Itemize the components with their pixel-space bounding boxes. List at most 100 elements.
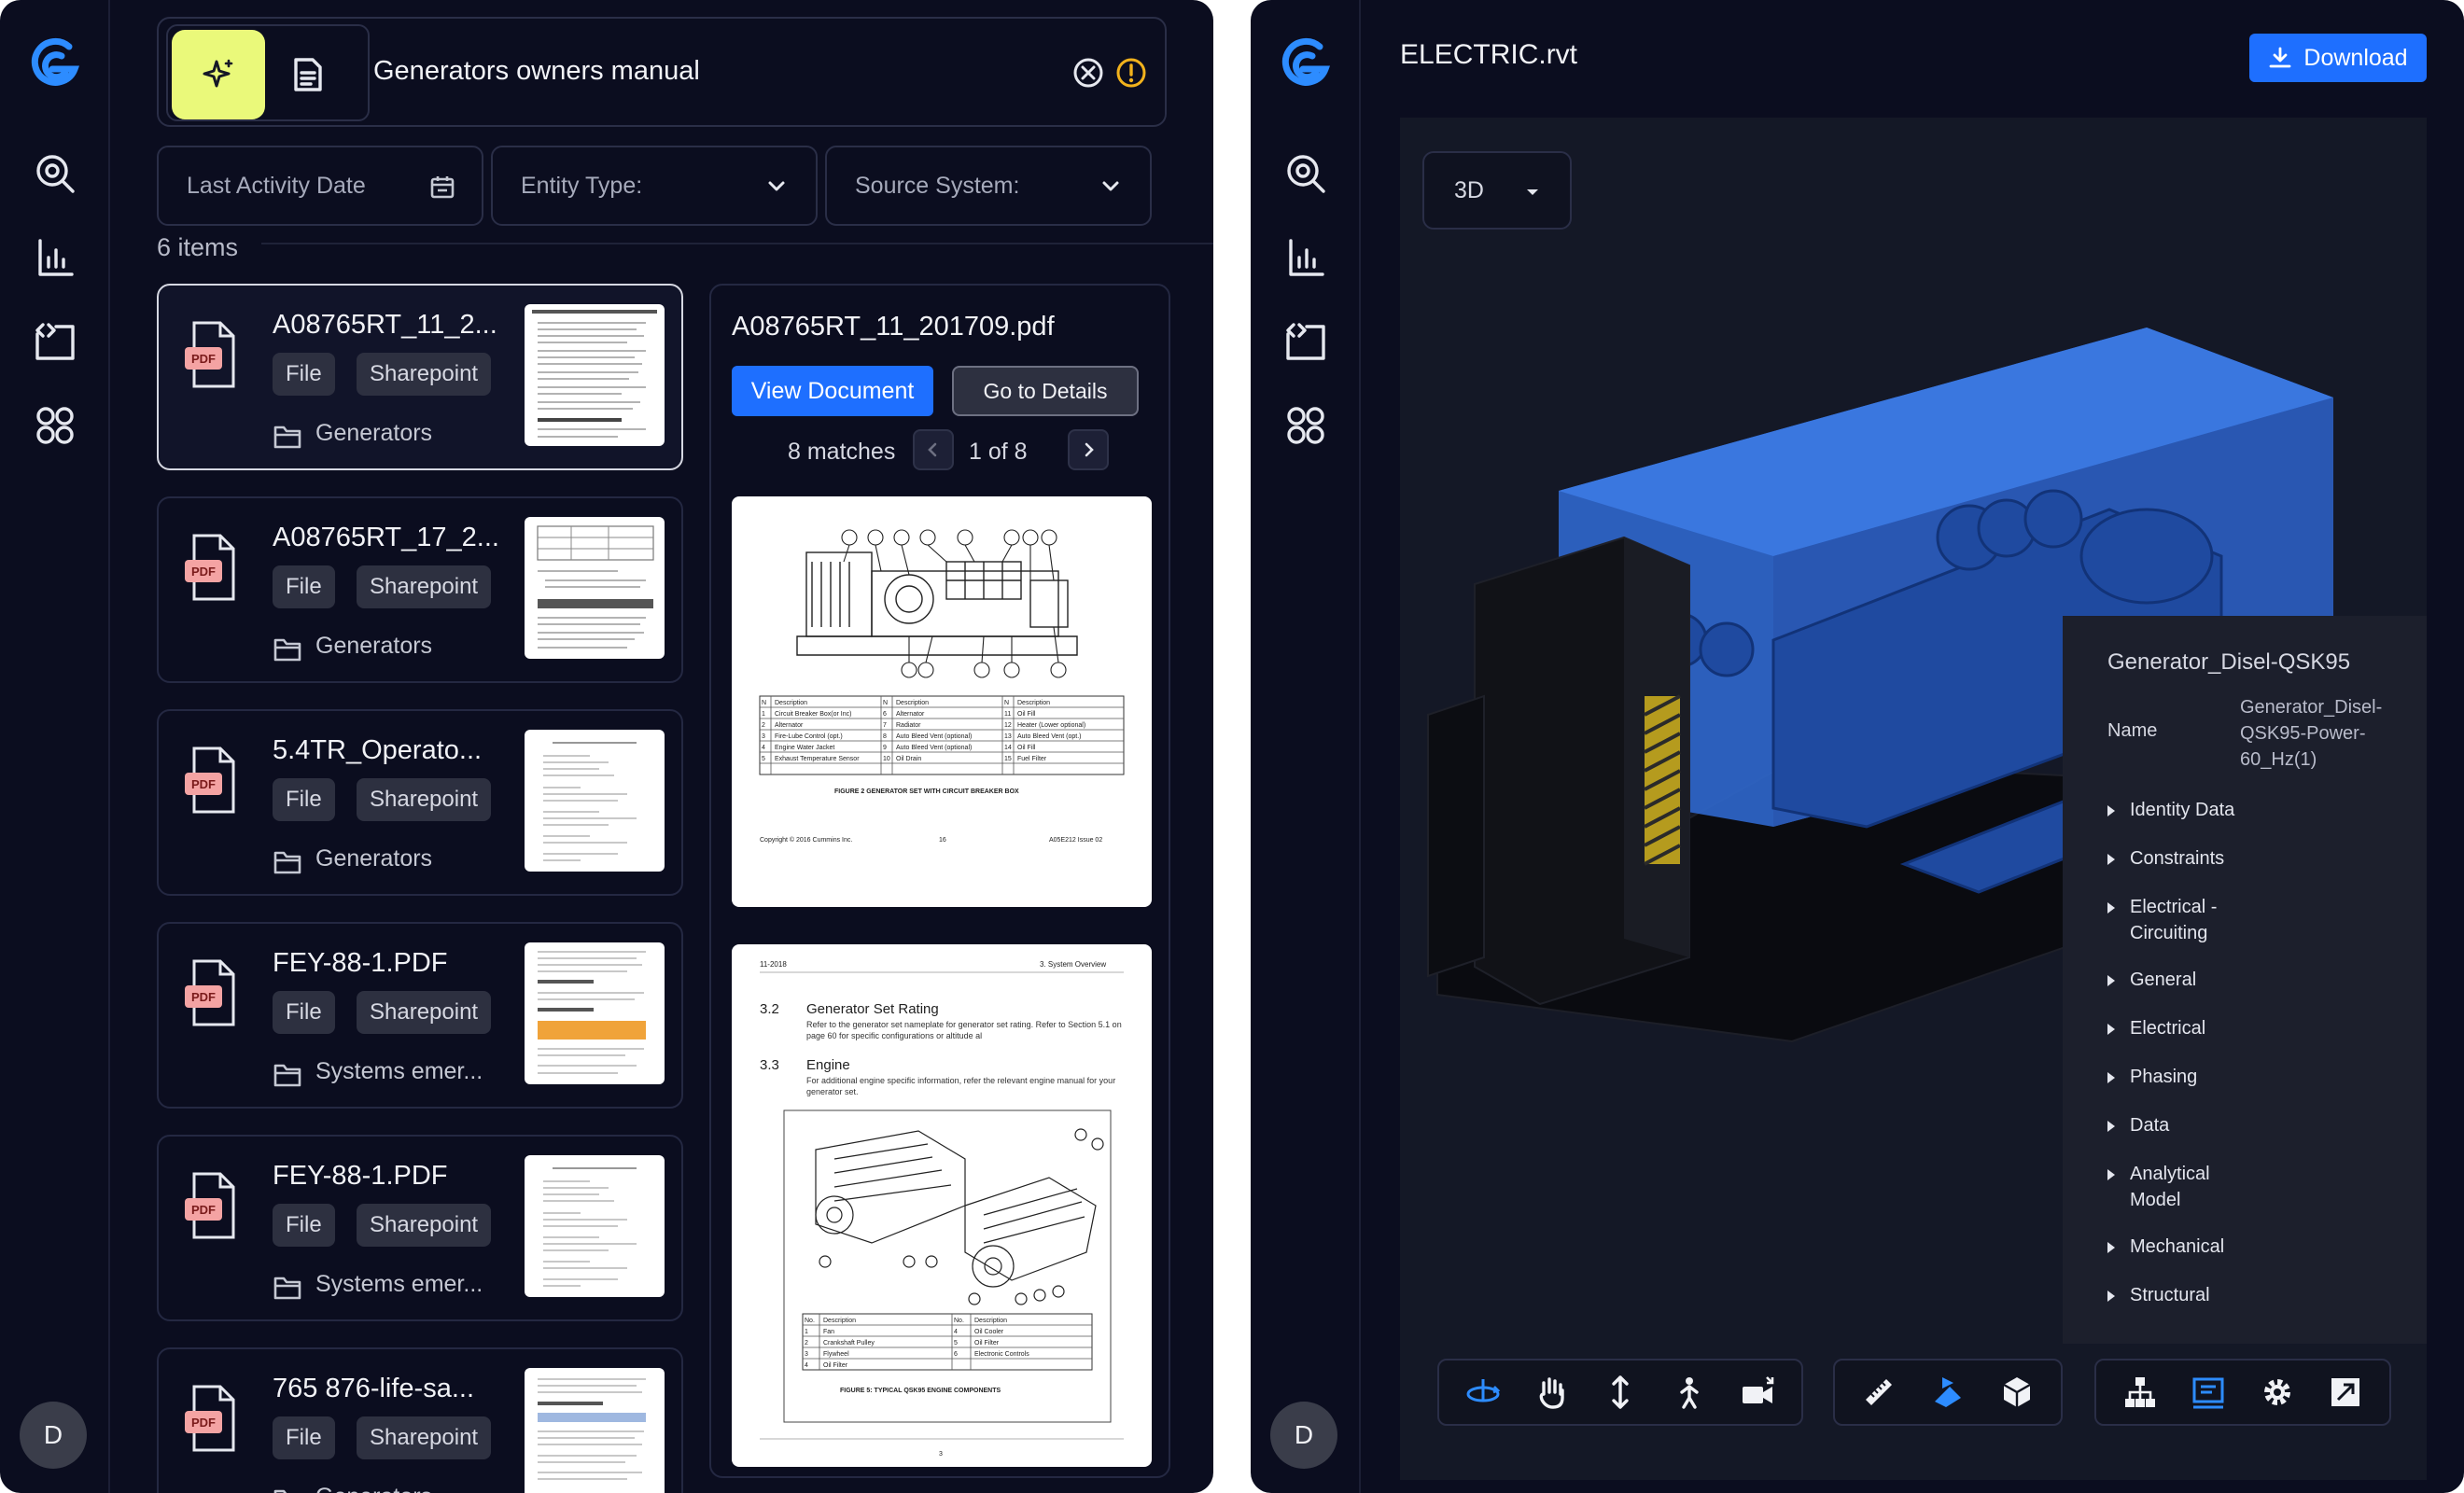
- apps-nav-icon[interactable]: [31, 401, 79, 450]
- generator-set-figure: N Description N Description N Description 1 Ci…: [759, 529, 1125, 844]
- components-table: No. Description No. Description 1 Fan 4 Oil Co…: [760, 1313, 1124, 1458]
- result-title: 765 876-life-sa...: [273, 1374, 475, 1403]
- svg-text:8: 8: [883, 733, 887, 740]
- category-phasing[interactable]: Phasing: [2107, 1064, 2406, 1090]
- app-logo-icon[interactable]: [1275, 34, 1337, 95]
- svg-text:Engine Water Jacket: Engine Water Jacket: [775, 745, 834, 751]
- warning-icon[interactable]: [1114, 56, 1148, 90]
- pan-tool[interactable]: [1529, 1370, 1574, 1415]
- app-logo-icon[interactable]: [24, 34, 86, 95]
- date-filter[interactable]: Last Activity Date: [157, 146, 483, 226]
- source-system-filter[interactable]: Source System:: [825, 146, 1152, 226]
- svg-text:Electronic Controls: Electronic Controls: [974, 1351, 1029, 1358]
- category-structural[interactable]: Structural: [2107, 1282, 2406, 1308]
- settings-tool[interactable]: [2255, 1370, 2300, 1415]
- section-tool[interactable]: [1925, 1370, 1970, 1415]
- chevron-down-icon: [1102, 181, 1119, 191]
- hand-icon: [1540, 1377, 1565, 1409]
- svg-text:No.: No.: [954, 1318, 964, 1324]
- user-avatar[interactable]: D: [1270, 1402, 1337, 1469]
- svg-text:3: 3: [805, 1351, 808, 1358]
- svg-text:Auto Bleed Vent (optional): Auto Bleed Vent (optional): [896, 733, 972, 740]
- code-nav-icon[interactable]: [31, 317, 79, 366]
- category-analytical-model[interactable]: Analytical Model: [2107, 1161, 2238, 1213]
- fullscreen-tool[interactable]: [2323, 1370, 2368, 1415]
- document-thumbnail: [525, 517, 665, 659]
- source-chip: Sharepoint: [357, 1416, 492, 1459]
- page-footer-left: Copyright © 2016 Cummins Inc.: [760, 836, 852, 844]
- chevron-right-icon: [1085, 442, 1094, 457]
- document-thumbnail: [525, 304, 665, 446]
- download-button[interactable]: Download: [2249, 34, 2427, 82]
- 3d-viewport[interactable]: 3D Generator_Disel-QSK95 Name Generator_: [1400, 118, 2427, 1480]
- category-electrical[interactable]: Electrical: [2107, 1015, 2406, 1041]
- pdf-badge: PDF: [191, 777, 216, 791]
- svg-text:11: 11: [1004, 711, 1011, 718]
- user-avatar[interactable]: D: [20, 1402, 87, 1469]
- entity-type-filter[interactable]: Entity Type:: [491, 146, 818, 226]
- properties-tool[interactable]: [2186, 1370, 2231, 1415]
- orbit-tool[interactable]: [1461, 1370, 1505, 1415]
- category-electrical-circuiting[interactable]: Electrical - Circuiting: [2107, 894, 2257, 946]
- zoom-tool[interactable]: [1598, 1370, 1643, 1415]
- result-card[interactable]: PDF FEY-88-1.PDF File Sharepoint Systems…: [157, 922, 683, 1109]
- svg-text:Oil Filter: Oil Filter: [823, 1362, 848, 1369]
- result-card[interactable]: PDF FEY-88-1.PDF File Sharepoint Systems…: [157, 1135, 683, 1321]
- measure-tool[interactable]: [1856, 1370, 1901, 1415]
- properties-panel: Generator_Disel-QSK95 Name Generator_Dis…: [2063, 616, 2427, 1344]
- view-document-button[interactable]: View Document: [732, 366, 933, 416]
- chevron-down-icon: [768, 181, 785, 191]
- category-mechanical[interactable]: Mechanical: [2107, 1234, 2406, 1260]
- result-card[interactable]: PDF A08765RT_17_2... File Sharepoint Gen…: [157, 496, 683, 683]
- document-icon: [294, 58, 322, 91]
- result-title: FEY-88-1.PDF: [273, 1161, 448, 1191]
- search-panel: D Generators owners manual Last Activity…: [0, 0, 1213, 1493]
- model-browser-tool[interactable]: [2118, 1370, 2163, 1415]
- document-search-button[interactable]: [284, 50, 332, 99]
- result-card[interactable]: PDF 5.4TR_Operato... File Sharepoint Gen…: [157, 709, 683, 896]
- go-to-details-button[interactable]: Go to Details: [952, 366, 1139, 416]
- document-thumbnail: [525, 1155, 665, 1297]
- category-constraints[interactable]: Constraints: [2107, 845, 2406, 872]
- date-filter-label: Last Activity Date: [187, 172, 366, 199]
- analytics-nav-icon[interactable]: [31, 233, 79, 282]
- svg-text:4: 4: [805, 1362, 808, 1369]
- chevron-left-icon: [928, 442, 937, 457]
- pdf-file-icon: PDF: [185, 534, 235, 601]
- result-card[interactable]: PDF A08765RT_11_2... File Sharepoint Gen…: [157, 284, 683, 470]
- code-nav-icon[interactable]: [1281, 317, 1330, 366]
- svg-text:Oil Fill: Oil Fill: [1017, 745, 1036, 751]
- search-input[interactable]: Generators owners manual: [373, 56, 700, 87]
- category-identity-data[interactable]: Identity Data: [2107, 797, 2406, 823]
- camera-tool[interactable]: [1735, 1370, 1780, 1415]
- walk-tool[interactable]: [1667, 1370, 1712, 1415]
- svg-text:No.: No.: [805, 1318, 815, 1324]
- svg-text:Oil Cooler: Oil Cooler: [974, 1329, 1004, 1335]
- category-general[interactable]: General: [2107, 967, 2406, 993]
- result-title: 5.4TR_Operato...: [273, 735, 483, 765]
- hatched-panel: [1644, 694, 1681, 866]
- name-label: Name: [2107, 720, 2158, 741]
- svg-text:1: 1: [805, 1329, 808, 1335]
- apps-nav-icon[interactable]: [1281, 401, 1330, 450]
- svg-text:Description: Description: [823, 1318, 856, 1324]
- section-plane-icon: [1935, 1377, 1961, 1407]
- svg-text:Description: Description: [1017, 700, 1050, 706]
- analytics-nav-icon[interactable]: [1281, 233, 1330, 282]
- source-chip: Sharepoint: [357, 353, 492, 396]
- category-data[interactable]: Data: [2107, 1112, 2406, 1138]
- folder-icon: [273, 1489, 287, 1493]
- search-nav-icon[interactable]: [31, 149, 79, 198]
- name-value: Generator_Disel-QSK95-Power-60_Hz(1): [2240, 697, 2383, 770]
- svg-text:Description: Description: [974, 1318, 1007, 1324]
- explode-tool[interactable]: [1995, 1370, 2039, 1415]
- svg-text:4: 4: [954, 1329, 958, 1335]
- ai-search-button[interactable]: [172, 30, 265, 119]
- search-nav-icon[interactable]: [1281, 149, 1330, 198]
- section-heading: Generator Set Rating: [806, 1001, 939, 1017]
- clear-search-icon[interactable]: [1071, 56, 1105, 90]
- previous-match-button[interactable]: [913, 429, 954, 470]
- result-card[interactable]: PDF 765 876-life-sa... File Sharepoint G…: [157, 1347, 683, 1493]
- next-match-button[interactable]: [1068, 429, 1109, 470]
- svg-text:Fire-Lube Control (opt.): Fire-Lube Control (opt.): [775, 733, 843, 740]
